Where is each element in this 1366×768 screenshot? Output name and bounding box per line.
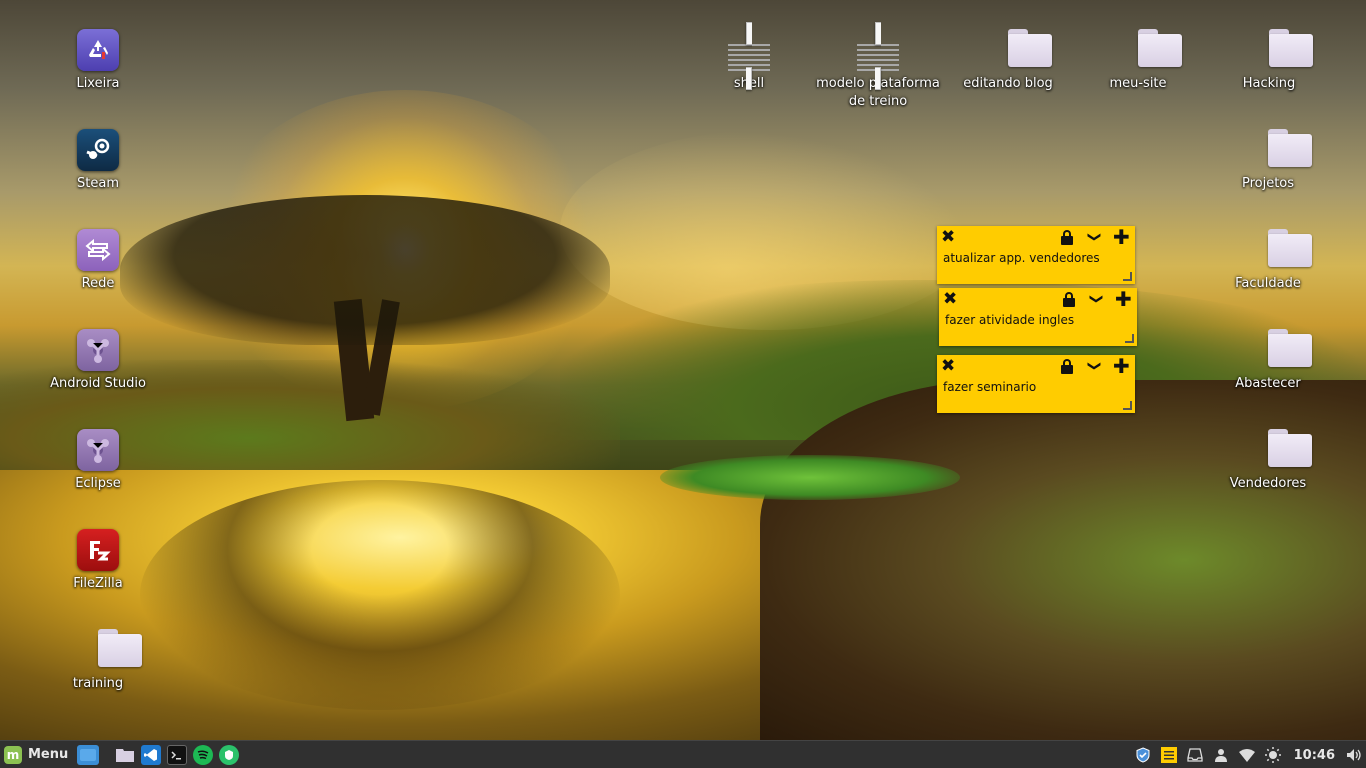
brightness-icon[interactable] [1264,747,1281,763]
system-tray: 10:46 [1130,741,1366,768]
folder-icon [77,629,142,671]
desktop-icon-label: Abastecer [1235,376,1301,391]
desktop-icon-steam[interactable]: Steam [48,129,148,193]
android-studio-icon [77,329,119,371]
folder-icon [1248,29,1313,71]
text-file-icon [728,22,770,90]
network-icon [77,229,119,271]
desktop-icon-label: Lixeira [76,76,120,91]
sticky-note-toolbar: ✖ ❯ ✚ [937,226,1135,248]
resize-handle-icon[interactable] [1125,334,1134,343]
resize-handle-icon[interactable] [1123,401,1132,410]
desktop-icon-faculdade[interactable]: Faculdade [1218,229,1318,293]
trash-icon [77,29,119,71]
notifications-icon[interactable] [1186,747,1203,763]
sticky-note-text[interactable]: fazer atividade ingles [939,310,1137,346]
close-icon[interactable]: ✖ [941,358,955,375]
sticky-note-toolbar: ✖ ❯ ✚ [939,288,1137,310]
wifi-icon[interactable] [1238,747,1255,763]
resize-handle-icon[interactable] [1123,272,1132,281]
user-icon[interactable] [1213,747,1229,763]
folder-icon [1247,129,1312,171]
folder-icon [987,29,1052,71]
desktop-icon-label: training [72,676,124,691]
chevron-down-icon[interactable]: ❯ [1085,232,1101,243]
filezilla-icon [77,529,119,571]
folder-icon [1117,29,1182,71]
desktop-icon-editando-blog[interactable]: editando blog [958,29,1058,93]
lock-icon[interactable] [1061,358,1073,374]
close-icon[interactable]: ✖ [943,291,957,308]
add-icon[interactable]: ✚ [1113,227,1130,247]
menu-label: Menu [28,747,69,762]
vpn-icon[interactable] [219,744,240,765]
sticky-note-text[interactable]: atualizar app. vendedores [937,248,1135,284]
add-icon[interactable]: ✚ [1115,289,1132,309]
clock[interactable]: 10:46 [1294,748,1335,763]
desktop-icon-modelo-plataforma[interactable]: modelo plataforma de treino [813,22,943,111]
spotify-icon[interactable] [193,744,214,765]
desktop-icon-label: FileZilla [73,576,123,591]
desktop-icon-meu-site[interactable]: meu-site [1088,29,1188,93]
desktop-icon-rede[interactable]: Rede [48,229,148,293]
terminal-icon[interactable] [167,744,188,765]
desktop-icon-training[interactable]: training [48,629,148,693]
desktop-icon-filezilla[interactable]: FileZilla [48,529,148,593]
desktop-icon-android-studio[interactable]: Android Studio [48,329,148,393]
files-icon[interactable] [115,745,135,765]
desktop-icon-label: Eclipse [75,476,121,491]
sticky-notes-icon[interactable] [1160,747,1177,763]
add-icon[interactable]: ✚ [1113,356,1130,376]
taskbar: m Menu 10:46 [0,740,1366,768]
lock-icon[interactable] [1063,291,1075,307]
desktop-icon-abastecer[interactable]: Abastecer [1218,329,1318,393]
desktop-icon-label: Faculdade [1235,276,1301,291]
text-file-icon [857,22,899,90]
desktop-icon-label: editando blog [963,76,1053,91]
desktop-icon-label: Rede [81,276,115,291]
desktop-icon-eclipse[interactable]: Eclipse [48,429,148,493]
eclipse-icon [77,429,119,471]
desktop-icon-shell[interactable]: shell [699,22,799,93]
sticky-note[interactable]: ✖ ❯ ✚ fazer atividade ingles [939,288,1137,346]
desktop-icon-hacking[interactable]: Hacking [1219,29,1319,93]
shield-icon[interactable] [1135,747,1151,763]
sticky-note-text[interactable]: fazer seminario [937,377,1135,413]
sticky-note[interactable]: ✖ ❯ ✚ fazer seminario [937,355,1135,413]
desktop-icon-label: Projetos [1241,176,1295,191]
steam-icon [77,129,119,171]
desktop-icon-label: meu-site [1109,76,1167,91]
chevron-down-icon[interactable]: ❯ [1087,294,1103,305]
desktop-icon-lixeira[interactable]: Lixeira [48,29,148,93]
folder-icon [1247,429,1312,471]
desktop-icon-label: Android Studio [50,376,146,391]
chevron-down-icon[interactable]: ❯ [1085,361,1101,372]
vscode-icon[interactable] [141,744,162,765]
mint-logo-icon: m [4,745,22,764]
desktop-wallpaper [0,0,1366,740]
desktop-icon-projetos[interactable]: Projetos [1218,129,1318,193]
desktop-icon-label: Steam [77,176,119,191]
close-icon[interactable]: ✖ [941,229,955,246]
lock-icon[interactable] [1061,229,1073,245]
folder-icon [1247,329,1312,371]
sticky-note[interactable]: ✖ ❯ ✚ atualizar app. vendedores [937,226,1135,284]
desktop-icon-label: Vendedores [1229,476,1307,491]
show-desktop-icon[interactable] [77,744,100,765]
sticky-note-toolbar: ✖ ❯ ✚ [937,355,1135,377]
volume-icon[interactable] [1346,747,1362,763]
desktop-icon-label: Hacking [1242,76,1296,91]
folder-icon [1247,229,1312,271]
desktop-icon-vendedores[interactable]: Vendedores [1218,429,1318,493]
menu-button[interactable]: m Menu [0,741,74,768]
